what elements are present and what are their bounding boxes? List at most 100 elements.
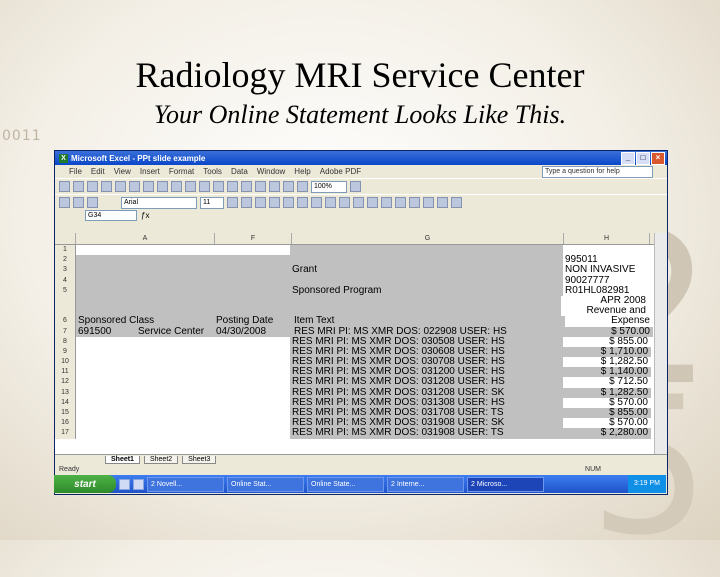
bold-icon[interactable] [227,197,238,208]
percent-icon[interactable] [339,197,350,208]
undo-icon[interactable] [199,181,210,192]
cell[interactable]: $ 1,710.00 [563,346,651,358]
cell[interactable]: RES MRI PI: MS XMR DOS: 031208 USER: HS [290,377,563,388]
taskbar-item[interactable]: Online State... [307,476,384,492]
cell[interactable]: $ 855.00 [563,337,651,347]
cell[interactable] [290,255,563,266]
save-icon[interactable] [87,181,98,192]
tab-sheet3[interactable]: Sheet3 [182,456,217,464]
spreadsheet-grid[interactable]: A B F G H 1 2 995011 3 Grant NON INVASIV… [55,233,655,454]
menu-file[interactable]: File [69,167,82,176]
cell[interactable]: $ 712.50 [563,377,651,387]
align-left-icon[interactable] [269,197,280,208]
increase-decimal-icon[interactable] [367,197,378,208]
cell[interactable]: 995011 [563,255,650,265]
row-number[interactable]: 4 [55,275,76,286]
font-size-select[interactable]: 11 [200,196,224,209]
menu-format[interactable]: Format [169,167,194,176]
cell[interactable]: R01HL082981 [563,286,650,296]
spelling-icon[interactable] [129,181,140,192]
cell[interactable]: RES MRI PI: MS XMR DOS: 031708 USER: TS [290,408,563,419]
column-header-g[interactable]: G [292,233,564,244]
menu-adobe-pdf[interactable]: Adobe PDF [320,167,361,176]
start-button[interactable]: start [54,475,116,493]
row-number[interactable]: 12 [55,377,76,388]
menu-window[interactable]: Window [257,167,285,176]
menu-edit[interactable]: Edit [91,167,105,176]
align-right-icon[interactable] [297,197,308,208]
format-painter-icon[interactable] [185,181,196,192]
borders-icon[interactable] [423,197,434,208]
cell[interactable]: RES MRI PI: MS XMR DOS: 030708 USER: HS [290,357,563,368]
cell[interactable]: RES MRI PI: MS XMR DOS: 030508 USER: HS [290,336,563,347]
tab-sheet2[interactable]: Sheet2 [143,456,179,464]
paste-icon[interactable] [171,181,182,192]
redo-icon[interactable] [213,181,224,192]
cell[interactable]: RES MRI PI: MS XMR DOS: 031308 USER: HS [290,397,563,408]
toolbar-options-icon[interactable] [59,197,70,208]
close-button[interactable]: × [651,152,665,165]
name-box[interactable]: G34 [85,210,137,221]
font-name-select[interactable]: Arial [121,196,197,209]
copy-icon[interactable] [157,181,168,192]
cell[interactable]: $ 570.00 [565,326,653,337]
pdf-icon[interactable] [73,197,84,208]
cell[interactable]: $ 570.00 [563,398,651,408]
tab-sheet1[interactable]: Sheet1 [105,456,140,464]
minimize-button[interactable]: _ [621,152,635,165]
menu-tools[interactable]: Tools [203,167,222,176]
menu-help[interactable]: Help [294,167,310,176]
cell[interactable]: $ 2,280.00 [563,428,651,439]
help-question-box[interactable]: Type a question for help [542,165,653,178]
cell[interactable]: RES MRI PI: MS XMR DOS: 022908 USER: HS [292,326,565,337]
row-number[interactable]: 15 [55,408,76,419]
header-item-text[interactable]: Item Text [292,316,565,327]
cell[interactable]: NON INVASIVE [563,265,650,275]
pdf-email-icon[interactable] [87,197,98,208]
cell[interactable]: APR 2008 [561,296,649,306]
quick-launch-icon[interactable] [133,478,144,490]
new-icon[interactable] [59,181,70,192]
taskbar-item[interactable]: 2 Novell... [147,476,224,492]
function-icon[interactable]: ƒx [141,211,149,220]
help-icon[interactable] [350,181,361,192]
cell[interactable]: $ 570.00 [563,418,651,428]
row-number[interactable]: 14 [55,397,76,408]
cell[interactable]: RES MRI PI: MS XMR DOS: 031908 USER: SK [290,418,563,429]
row-number[interactable]: 7 [55,326,76,337]
drawing-icon[interactable] [297,181,308,192]
currency-icon[interactable] [325,197,336,208]
maximize-button[interactable]: □ [636,152,650,165]
menu-view[interactable]: View [114,167,131,176]
cell[interactable]: Revenue and [561,306,649,316]
row-number[interactable]: 2 [55,255,76,266]
column-header-a[interactable]: A [76,233,215,244]
chart-wizard-icon[interactable] [283,181,294,192]
cut-icon[interactable] [143,181,154,192]
print-preview-icon[interactable] [115,181,126,192]
cell[interactable] [290,275,563,286]
cell[interactable]: $ 1,140.00 [563,367,651,378]
cell[interactable]: RES MRI PI: MS XMR DOS: 031200 USER: HS [290,367,563,378]
column-header-f[interactable]: F [215,233,292,244]
autosum-icon[interactable] [241,181,252,192]
zoom-select[interactable]: 100% [311,180,347,193]
row-number[interactable]: 1 [55,245,76,256]
font-color-icon[interactable] [451,197,462,208]
italic-icon[interactable] [241,197,252,208]
open-icon[interactable] [73,181,84,192]
system-tray-clock[interactable]: 3:19 PM [627,475,666,493]
fill-color-icon[interactable] [437,197,448,208]
cell[interactable]: RES MRI PI: MS XMR DOS: 031208 USER: SK [290,387,563,398]
comma-icon[interactable] [353,197,364,208]
row-number[interactable]: 10 [55,357,76,368]
row-number[interactable]: 6 [55,316,76,327]
cell[interactable]: RES MRI PI: MS XMR DOS: 030608 USER: HS [290,346,563,358]
taskbar-item[interactable]: 2 Microso... [467,476,544,492]
row-number[interactable]: 13 [55,387,76,398]
print-icon[interactable] [101,181,112,192]
hyperlink-icon[interactable] [227,181,238,192]
decrease-indent-icon[interactable] [395,197,406,208]
column-header-h[interactable]: H [564,233,650,244]
vertical-scrollbar[interactable] [654,233,667,454]
